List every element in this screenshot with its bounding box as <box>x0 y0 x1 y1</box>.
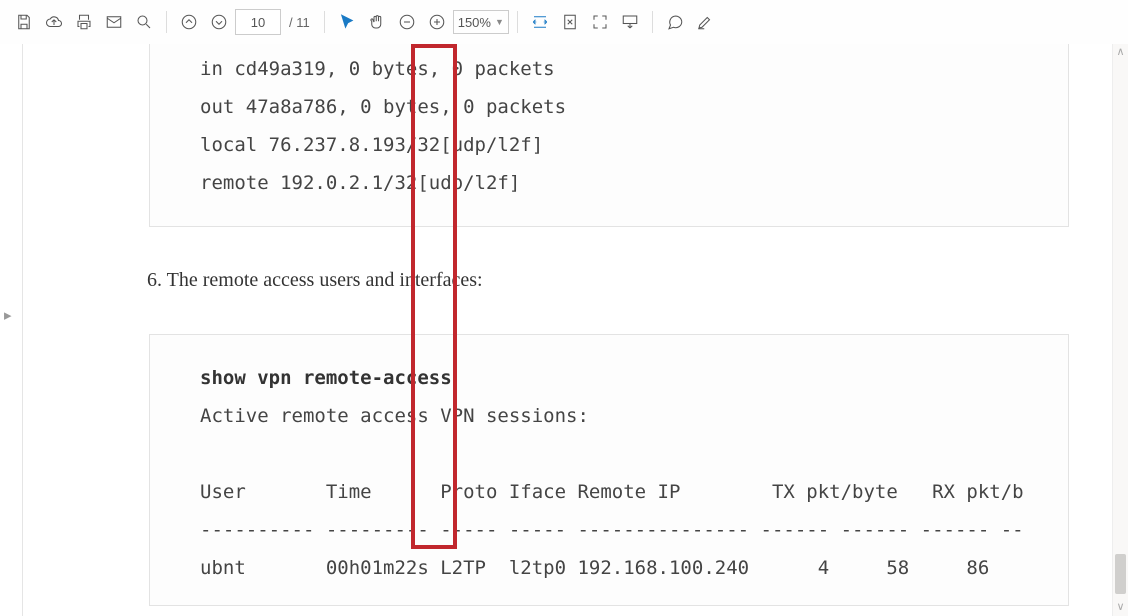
zoom-out-icon[interactable] <box>393 8 421 36</box>
workspace: ▸ in cd49a319, 0 bytes, 0 packets out 47… <box>0 44 1128 616</box>
highlight-icon[interactable] <box>691 8 719 36</box>
print-icon[interactable] <box>70 8 98 36</box>
scroll-up-icon[interactable]: ∧ <box>1115 47 1126 58</box>
hand-tool-icon[interactable] <box>363 8 391 36</box>
toolbar-separator <box>517 11 518 33</box>
cloud-upload-icon[interactable] <box>40 8 68 36</box>
fit-width-icon[interactable] <box>526 8 554 36</box>
zoom-select[interactable]: 150% ▼ <box>453 10 509 34</box>
zoom-value: 150% <box>458 15 491 30</box>
comment-icon[interactable] <box>661 8 689 36</box>
code-block: in cd49a319, 0 bytes, 0 packets out 47a8… <box>149 44 1069 227</box>
reflow-icon[interactable] <box>616 8 644 36</box>
code-line: out 47a8a786, 0 bytes, 0 packets <box>150 88 1068 126</box>
mail-icon[interactable] <box>100 8 128 36</box>
code-line <box>150 435 1068 473</box>
scrollbar-thumb[interactable] <box>1115 554 1126 594</box>
toolbar-separator <box>166 11 167 33</box>
fit-page-icon[interactable] <box>556 8 584 36</box>
document-viewport[interactable]: in cd49a319, 0 bytes, 0 packets out 47a8… <box>23 44 1128 616</box>
table-header-row: User Time Proto Iface Remote IP TX pkt/b… <box>150 473 1068 511</box>
code-line: remote 192.0.2.1/32[udp/l2f] <box>150 164 1068 202</box>
toolbar-separator <box>324 11 325 33</box>
pdf-toolbar: / 11 150% ▼ <box>0 0 1128 45</box>
table-separator-row: ---------- --------- ----- ----- -------… <box>150 511 1068 549</box>
code-line: Active remote access VPN sessions: <box>150 397 1068 435</box>
page-up-icon[interactable] <box>175 8 203 36</box>
pointer-tool-icon[interactable] <box>333 8 361 36</box>
dropdown-caret-icon: ▼ <box>495 17 504 27</box>
code-block: show vpn remote-access Active remote acc… <box>149 334 1069 606</box>
vertical-scrollbar[interactable]: ∧ ∨ <box>1112 44 1128 616</box>
table-row: ubnt 00h01m22s L2TP l2tp0 192.168.100.24… <box>150 549 1068 587</box>
document-page: in cd49a319, 0 bytes, 0 packets out 47a8… <box>39 44 1128 616</box>
fullscreen-icon[interactable] <box>586 8 614 36</box>
zoom-in-icon[interactable] <box>423 8 451 36</box>
step-heading: 6. The remote access users and interface… <box>147 269 1128 292</box>
page-number-input[interactable] <box>235 9 281 35</box>
scroll-down-icon[interactable]: ∨ <box>1115 602 1126 613</box>
search-icon[interactable] <box>130 8 158 36</box>
code-line: local 76.237.8.193/32[udp/l2f] <box>150 126 1068 164</box>
sidebar-collapsed[interactable]: ▸ <box>0 44 23 616</box>
save-icon[interactable] <box>10 8 38 36</box>
expand-sidebar-icon[interactable]: ▸ <box>4 306 12 324</box>
code-line: in cd49a319, 0 bytes, 0 packets <box>150 50 1068 88</box>
toolbar-separator <box>652 11 653 33</box>
page-total-label: / 11 <box>289 15 310 30</box>
page-down-icon[interactable] <box>205 8 233 36</box>
command-line: show vpn remote-access <box>150 359 1068 397</box>
